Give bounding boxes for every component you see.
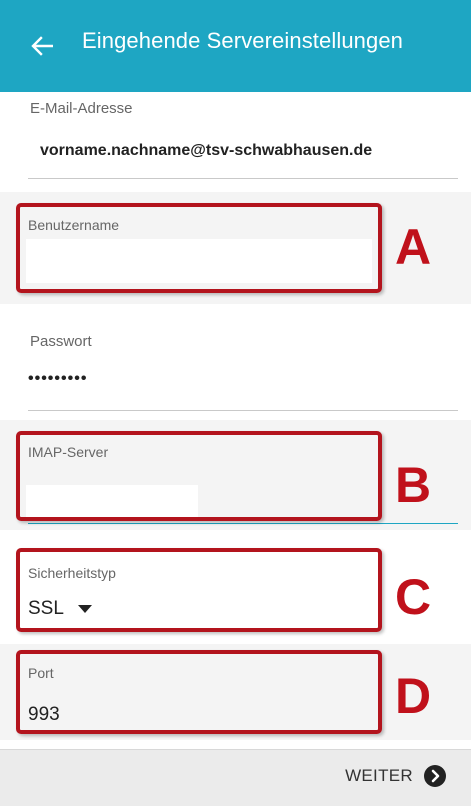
password-underline [28,410,458,411]
page-title: Eingehende Servereinstellungen [82,28,404,53]
email-label: E-Mail-Adresse [30,100,133,117]
next-button[interactable]: WEITER [345,764,447,788]
annotation-box-c [16,548,382,632]
annotation-box-a [16,203,382,293]
bottom-bar: WEITER [0,749,471,806]
email-value: vorname.nachname@tsv-schwabhausen.de [40,142,373,159]
annotation-letter-d: D [395,668,432,724]
password-label: Passwort [30,333,92,350]
annotation-box-b [16,431,382,521]
imap-underline [28,523,458,524]
email-underline [28,178,458,179]
back-button[interactable] [22,26,62,66]
annotation-letter-a: A [395,219,432,275]
annotation-box-d [16,650,382,734]
arrow-left-icon [31,36,53,56]
app-bar: Eingehende Servereinstellungen [0,0,471,92]
annotation-letter-c: C [395,569,432,625]
password-value: ••••••••• [28,370,88,387]
next-button-label: WEITER [345,766,413,785]
password-field[interactable]: ••••••••• [28,362,458,402]
email-field[interactable]: vorname.nachname@tsv-schwabhausen.de [28,130,458,176]
chevron-right-circle-icon [424,765,446,787]
annotation-letter-b: B [395,457,432,513]
